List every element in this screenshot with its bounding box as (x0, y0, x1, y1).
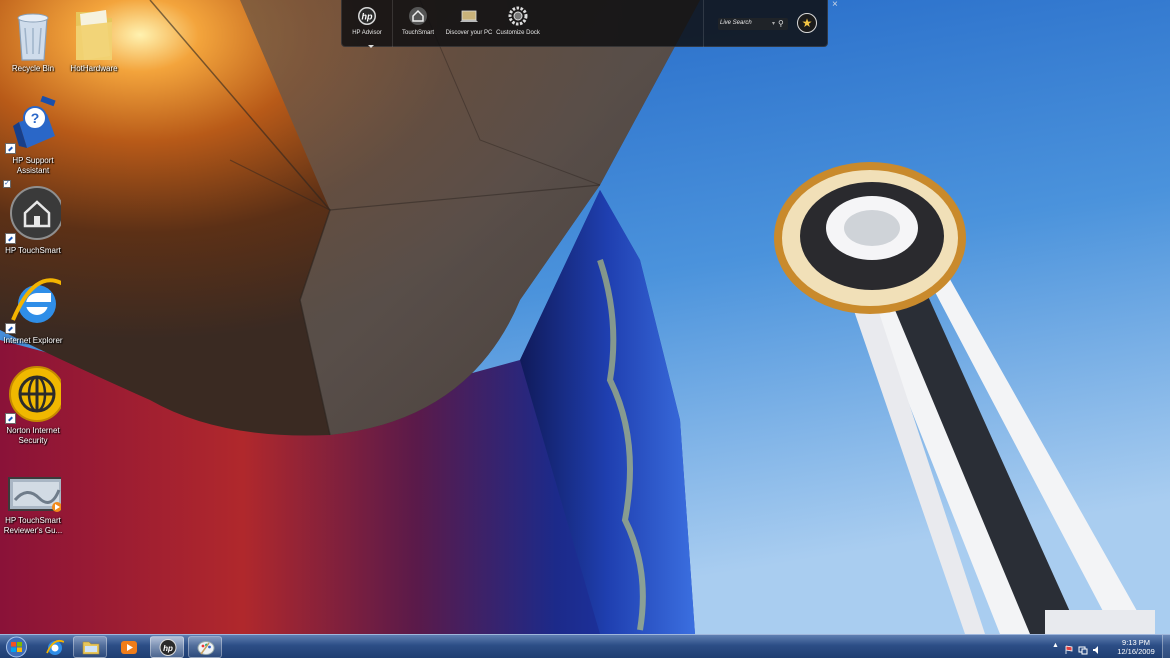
shortcut-arrow-icon (5, 323, 16, 334)
dock-item-touchsmart[interactable]: TouchSmart (398, 6, 438, 36)
dock-item-label: Customize Dock (496, 30, 540, 36)
system-tray: ▲ 9:13 PM 12/16/2009 (1050, 635, 1170, 658)
network-icon[interactable] (1078, 642, 1088, 655)
desktop-icon-label: HP TouchSmart (5, 246, 61, 255)
search-icon[interactable]: ⚲ (778, 19, 784, 28)
dock-divider (392, 0, 393, 47)
clock-time: 9:13 PM (1122, 638, 1150, 647)
video-file-icon (5, 470, 64, 514)
dock-item-hp-advisor[interactable]: hp HP Advisor (346, 6, 388, 48)
taskbar-paint[interactable] (188, 636, 222, 658)
start-button[interactable] (2, 636, 31, 658)
desktop-icon-hp-support-assistant[interactable]: ? HP Support Assistant (0, 95, 66, 176)
desktop-icon-recycle-bin[interactable]: Recycle Bin (0, 4, 66, 74)
hp-logo-icon: hp (357, 6, 377, 26)
desktop-icon-internet-explorer[interactable]: Internet Explorer (0, 276, 66, 346)
clock[interactable]: 9:13 PM 12/16/2009 (1108, 638, 1164, 656)
shortcut-arrow-icon (5, 413, 16, 424)
media-player-icon (120, 639, 138, 656)
hp-logo-icon: hp (159, 639, 177, 656)
shortcut-arrow-icon (5, 143, 16, 154)
dock-item-label: Discover your PC (445, 30, 493, 36)
internet-explorer-icon (5, 276, 64, 334)
norton-icon (5, 366, 65, 424)
paint-icon (197, 639, 215, 656)
taskbar-media-player[interactable] (111, 636, 145, 658)
live-search-field[interactable]: Live Search ▾ ⚲ (718, 18, 788, 30)
house-icon (408, 6, 428, 26)
chevron-down-icon (368, 45, 374, 48)
svg-text:hp: hp (163, 644, 173, 653)
search-placeholder: Live Search (720, 20, 752, 26)
desktop-icon-reviewers-guide[interactable]: HP TouchSmart Reviewer's Gu... (0, 470, 66, 536)
desktop-icon-hp-touchsmart[interactable]: ✓ HP TouchSmart (0, 180, 66, 256)
taskbar: hp ▲ 9:13 PM 12/16/2009 (0, 634, 1170, 658)
dock-item-label: HP Advisor (352, 30, 382, 36)
internet-explorer-icon (46, 639, 65, 656)
chevron-down-icon[interactable]: ▾ (772, 20, 775, 27)
show-hidden-icons-arrow-icon[interactable]: ▲ (1052, 642, 1059, 649)
desktop-icon-label: Recycle Bin (11, 64, 55, 73)
recycle-bin-icon (5, 4, 61, 62)
clock-date: 12/16/2009 (1117, 647, 1155, 656)
taskbar-windows-explorer[interactable] (73, 636, 107, 658)
checkbox-icon: ✓ (3, 180, 11, 188)
gear-icon (508, 6, 528, 26)
hp-touchsmart-icon: ✓ (3, 180, 64, 244)
action-center-flag-icon[interactable] (1064, 642, 1074, 654)
close-icon[interactable]: × (832, 0, 838, 10)
dock-item-discover-your-pc[interactable]: Discover your PC (444, 6, 494, 36)
windows-logo-icon (6, 636, 27, 658)
svg-text:?: ? (31, 110, 40, 126)
taskbar-internet-explorer[interactable] (37, 636, 71, 658)
desktop-wallpaper (0, 0, 1170, 634)
hp-dock: hp HP Advisor TouchSmart Discover your P… (341, 0, 838, 48)
show-desktop-button[interactable] (1162, 635, 1170, 658)
dock-item-customize-dock[interactable]: Customize Dock (494, 6, 542, 36)
desktop-icon-label: HP Support Assistant (12, 156, 54, 175)
taskbar-hp-advisor[interactable]: hp (150, 636, 184, 658)
folder-icon (66, 4, 122, 62)
star-icon[interactable]: ★ (797, 13, 817, 33)
folder-icon (82, 639, 100, 656)
dock-divider (703, 0, 704, 47)
desktop-icon-label: Norton Internet Security (6, 426, 60, 445)
desktop-icon-label: HotHardware (70, 64, 118, 73)
svg-text:hp: hp (362, 12, 373, 22)
volume-icon[interactable] (1092, 642, 1102, 654)
laptop-icon (459, 6, 479, 26)
desktop-icon-hothardware-folder[interactable]: HotHardware (61, 4, 127, 74)
shortcut-arrow-icon (5, 233, 16, 244)
hp-support-assistant-icon: ? (5, 95, 61, 154)
desktop-icon-norton-internet-security[interactable]: Norton Internet Security (0, 366, 66, 446)
desktop-icon-label: Internet Explorer (3, 336, 63, 345)
desktop-icon-label: HP TouchSmart Reviewer's Gu... (3, 516, 63, 535)
dock-item-label: TouchSmart (401, 30, 434, 36)
